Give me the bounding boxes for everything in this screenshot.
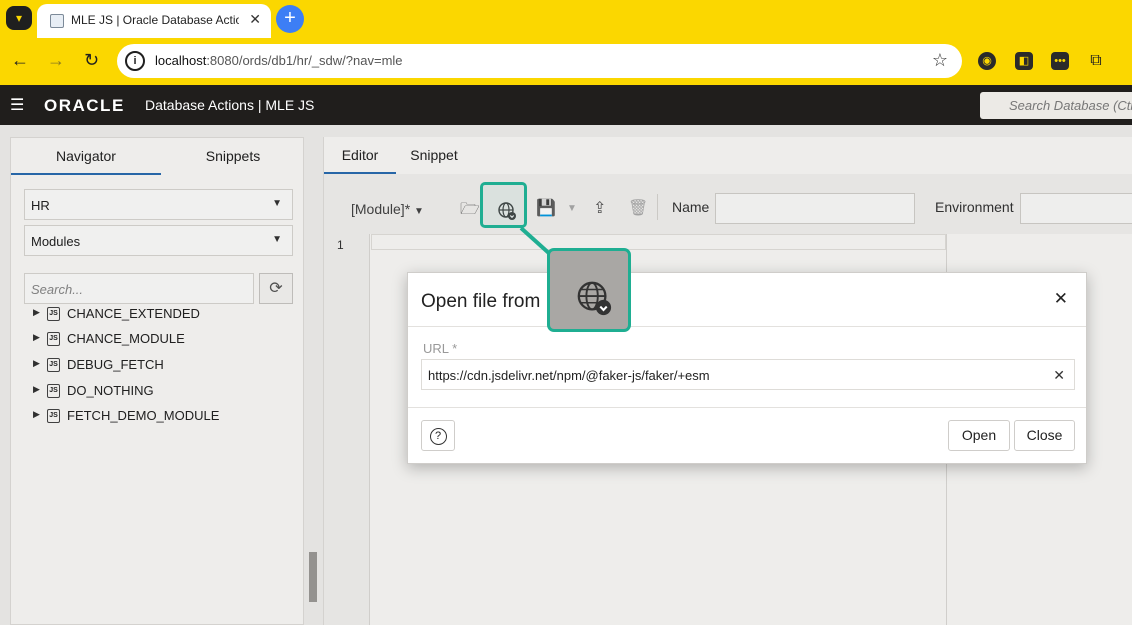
address-bar[interactable]: i localhost:8080/ords/db1/hr/_sdw/?nav=m… — [117, 44, 962, 78]
address-url[interactable]: localhost:8080/ords/db1/hr/_sdw/?nav=mle — [155, 53, 403, 68]
browser-tab-title: MLE JS | Oracle Database Actions — [71, 13, 239, 27]
extensions-puzzle-icon[interactable]: ⧉ — [1087, 52, 1105, 70]
globe-download-icon — [577, 281, 612, 316]
page-favicon-icon — [50, 14, 64, 28]
close-button[interactable]: Close — [1014, 420, 1075, 451]
highlight-box — [480, 182, 527, 228]
search-database-input[interactable]: Search Database (Ctrl+K) — [980, 92, 1132, 119]
help-icon: ? — [429, 428, 447, 446]
site-info-icon[interactable]: i — [125, 51, 145, 71]
clear-input-icon[interactable]: ✕ — [1053, 367, 1065, 384]
browser-tab[interactable]: MLE JS | Oracle Database Actions ✕ — [37, 4, 271, 38]
dialog-header: Open file from ✕ — [408, 273, 1086, 327]
url-label: URL * — [423, 341, 458, 356]
app-header: ☰ ORACLE Database Actions | MLE JS Searc… — [0, 85, 1132, 125]
extension-icon[interactable]: ◧ — [1015, 52, 1033, 70]
open-file-dialog: Open file from ✕ URL * https://cdn.jsdel… — [407, 272, 1087, 464]
extension-icon[interactable]: ◉ — [978, 52, 996, 70]
oracle-logo: ORACLE — [44, 96, 125, 115]
callout-zoom-box — [547, 248, 631, 332]
forward-arrow-icon[interactable]: → — [47, 50, 65, 70]
url-input[interactable]: https://cdn.jsdelivr.net/npm/@faker-js/f… — [421, 359, 1075, 390]
reload-icon[interactable]: ↻ — [84, 50, 99, 70]
bookmark-star-icon[interactable]: ☆ — [932, 50, 948, 71]
back-arrow-icon[interactable]: ← — [11, 50, 29, 70]
browser-tab-bar: ▾ MLE JS | Oracle Database Actions ✕ + — [0, 0, 1132, 38]
open-button[interactable]: Open — [948, 420, 1010, 451]
hamburger-menu-icon[interactable]: ☰ — [10, 95, 24, 115]
tab-search-chevron-icon[interactable]: ▾ — [6, 6, 32, 30]
new-tab-button[interactable]: + — [276, 5, 304, 33]
browser-toolbar: ← → ↻ i localhost:8080/ords/db1/hr/_sdw/… — [0, 38, 1132, 85]
dialog-footer-divider — [408, 407, 1086, 408]
close-icon[interactable]: ✕ — [1054, 289, 1068, 309]
dialog-title: Open file from — [421, 291, 541, 312]
tab-close-icon[interactable]: ✕ — [249, 11, 261, 28]
password-manager-icon[interactable]: ••• — [1051, 52, 1069, 70]
help-button[interactable]: ? — [421, 420, 455, 451]
app-title: Database Actions | MLE JS — [145, 97, 315, 113]
